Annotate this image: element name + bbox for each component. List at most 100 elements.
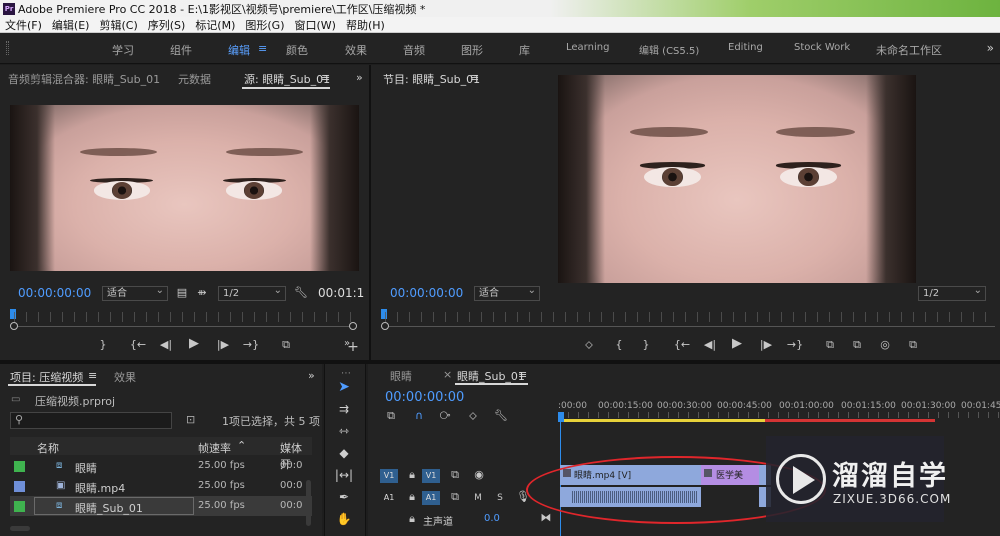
- go-to-out-button[interactable]: →}: [785, 338, 805, 352]
- menu-markers[interactable]: 标记(M): [190, 17, 240, 33]
- workspace-overflow-icon[interactable]: »: [987, 41, 994, 55]
- lift-button[interactable]: ⧉: [821, 338, 839, 352]
- workspace-unnamed[interactable]: 未命名工作区: [876, 42, 942, 58]
- menu-clip[interactable]: 剪辑(C): [94, 17, 142, 33]
- comparison-view-button[interactable]: ⧉: [904, 338, 922, 352]
- program-zoom-handle-left[interactable]: [381, 322, 389, 330]
- insert-overwrite-sequences-icon[interactable]: ⧉: [384, 409, 398, 423]
- tab-sequence-2[interactable]: 眼睛_Sub_01: [457, 368, 525, 384]
- pen-tool-icon[interactable]: ✒: [334, 488, 354, 506]
- menu-graphics[interactable]: 图形(G): [240, 17, 289, 33]
- source-fit-dropdown[interactable]: 适合: [102, 284, 168, 301]
- zoom-handle-left[interactable]: [10, 322, 18, 330]
- tab-effects[interactable]: 效果: [114, 369, 136, 385]
- program-timecode[interactable]: 00:00:00:00: [390, 286, 463, 300]
- go-to-in-button[interactable]: {←: [128, 338, 148, 352]
- step-back-button[interactable]: ◀|: [157, 338, 175, 352]
- add-marker-button[interactable]: ⬦: [582, 338, 596, 352]
- ripple-edit-tool-icon[interactable]: ⇿: [334, 422, 354, 440]
- timeline-ruler[interactable]: :00:00 00:00:15:00 00:00:30:00 00:00:45:…: [558, 394, 1000, 420]
- export-frame-camera-icon[interactable]: ◎: [877, 338, 893, 352]
- source-panel-menu-icon[interactable]: ≡: [321, 71, 330, 84]
- step-back-button[interactable]: ◀|: [701, 338, 719, 352]
- track-target-v1[interactable]: V1: [422, 469, 440, 483]
- program-time-ruler[interactable]: [385, 312, 995, 322]
- project-scrollbar[interactable]: [306, 480, 311, 526]
- workspace-effects[interactable]: 效果: [345, 42, 367, 58]
- go-to-out-button[interactable]: →}: [241, 338, 261, 352]
- workspace-color[interactable]: 颜色: [286, 42, 308, 58]
- source-time-ruler[interactable]: [14, 312, 354, 322]
- label-color-chip[interactable]: [14, 461, 25, 472]
- menu-window[interactable]: 窗口(W): [290, 17, 341, 33]
- project-search-input[interactable]: ⚲: [10, 412, 172, 429]
- menu-help[interactable]: 帮助(H): [341, 17, 390, 33]
- table-row[interactable]: ⧈ 眼睛 25.00 fps 00:0: [10, 456, 312, 476]
- lock-track-icon[interactable]: 🔒︎: [406, 490, 418, 504]
- mark-out-button[interactable]: }: [96, 338, 110, 352]
- workspace-editing-cs55[interactable]: 编辑 (CS5.5): [639, 42, 699, 57]
- snap-magnet-icon[interactable]: ∩: [412, 409, 426, 423]
- workspace-graphics[interactable]: 图形: [461, 42, 483, 58]
- master-volume-value[interactable]: 0.0: [484, 513, 500, 524]
- close-tab-icon[interactable]: ×: [443, 368, 452, 381]
- go-to-in-button[interactable]: {←: [672, 338, 692, 352]
- table-row[interactable]: ▣ 眼睛.mp4 25.00 fps 00:0: [10, 476, 312, 496]
- timeline-settings-wrench-icon[interactable]: 🔧︎: [494, 409, 508, 423]
- wrench-icon[interactable]: 🔧︎: [294, 286, 308, 300]
- mute-button[interactable]: M: [472, 491, 484, 505]
- program-zoom-bar[interactable]: [389, 326, 995, 327]
- sort-icon[interactable]: ⌃: [237, 439, 246, 452]
- play-button[interactable]: ▶: [729, 337, 745, 351]
- extract-button[interactable]: ⧉: [848, 338, 866, 352]
- workspace-learning-en[interactable]: Learning: [566, 42, 609, 53]
- solo-button[interactable]: S: [494, 491, 506, 505]
- program-resolution-dropdown[interactable]: 1/2: [918, 284, 986, 301]
- panel-overflow-icon[interactable]: »: [356, 71, 363, 84]
- source-timecode[interactable]: 00:00:00:00: [18, 286, 91, 300]
- column-frame-rate[interactable]: 帧速率: [198, 440, 231, 456]
- label-color-chip[interactable]: [14, 501, 25, 512]
- razor-tool-icon[interactable]: ◆: [334, 444, 354, 462]
- mark-in-button[interactable]: {: [612, 338, 626, 352]
- go-to-end-icon[interactable]: ⧓: [540, 511, 552, 525]
- tab-metadata[interactable]: 元数据: [178, 71, 211, 87]
- table-row-selected[interactable]: ⧈ 眼睛_Sub_01 25.00 fps 00:0: [10, 496, 312, 516]
- menu-sequence[interactable]: 序列(S): [143, 17, 191, 33]
- workspace-audio[interactable]: 音频: [403, 42, 425, 58]
- sync-lock-icon[interactable]: ⧉: [448, 468, 462, 482]
- timeline-menu-icon[interactable]: ≡: [518, 368, 527, 381]
- new-bin-from-search-icon[interactable]: ⊡: [186, 413, 195, 426]
- workspace-editing-en[interactable]: Editing: [728, 42, 763, 53]
- workspace-stock-work[interactable]: Stock Work: [794, 42, 850, 53]
- sync-lock-icon[interactable]: ⧉: [448, 490, 462, 504]
- program-fit-dropdown[interactable]: 适合: [474, 284, 540, 301]
- workspace-learn[interactable]: 学习: [112, 42, 134, 58]
- linked-selection-icon[interactable]: ⧂: [438, 409, 452, 423]
- drag-video-icon[interactable]: ⇻: [195, 286, 209, 300]
- workspace-menu-icon[interactable]: ≡: [258, 42, 267, 55]
- settings-icon[interactable]: ▤: [175, 286, 189, 300]
- step-forward-button[interactable]: |▶: [214, 338, 232, 352]
- source-patch-v1[interactable]: V1: [380, 469, 398, 483]
- source-patch-a1[interactable]: A1: [380, 491, 398, 505]
- zoom-handle-right[interactable]: [349, 322, 357, 330]
- hand-tool-icon[interactable]: ✋: [334, 510, 354, 528]
- project-panel-menu-icon[interactable]: ≡: [88, 369, 97, 382]
- workspace-libraries[interactable]: 库: [519, 42, 530, 58]
- workspace-assembly[interactable]: 组件: [170, 42, 192, 58]
- tab-source[interactable]: 源: 眼睛_Sub_01: [244, 71, 330, 87]
- play-button[interactable]: ▶: [186, 337, 202, 351]
- label-color-chip[interactable]: [14, 481, 25, 492]
- program-panel-title[interactable]: 节目: 眼睛_Sub_01: [383, 71, 480, 87]
- insert-button[interactable]: ⧉: [277, 338, 295, 352]
- menu-file[interactable]: 文件(F): [0, 17, 47, 33]
- tab-audio-clip-mixer[interactable]: 音频剪辑混合器: 眼睛_Sub_01: [8, 71, 160, 87]
- source-resolution-dropdown[interactable]: 1/2: [218, 284, 286, 301]
- mark-out-button[interactable]: }: [639, 338, 653, 352]
- tab-project[interactable]: 项目: 压缩视频: [10, 369, 83, 385]
- eye-icon[interactable]: ◉: [472, 468, 486, 482]
- step-forward-button[interactable]: |▶: [757, 338, 775, 352]
- timeline-timecode[interactable]: 00:00:00:00: [385, 390, 464, 405]
- track-target-a1[interactable]: A1: [422, 491, 440, 505]
